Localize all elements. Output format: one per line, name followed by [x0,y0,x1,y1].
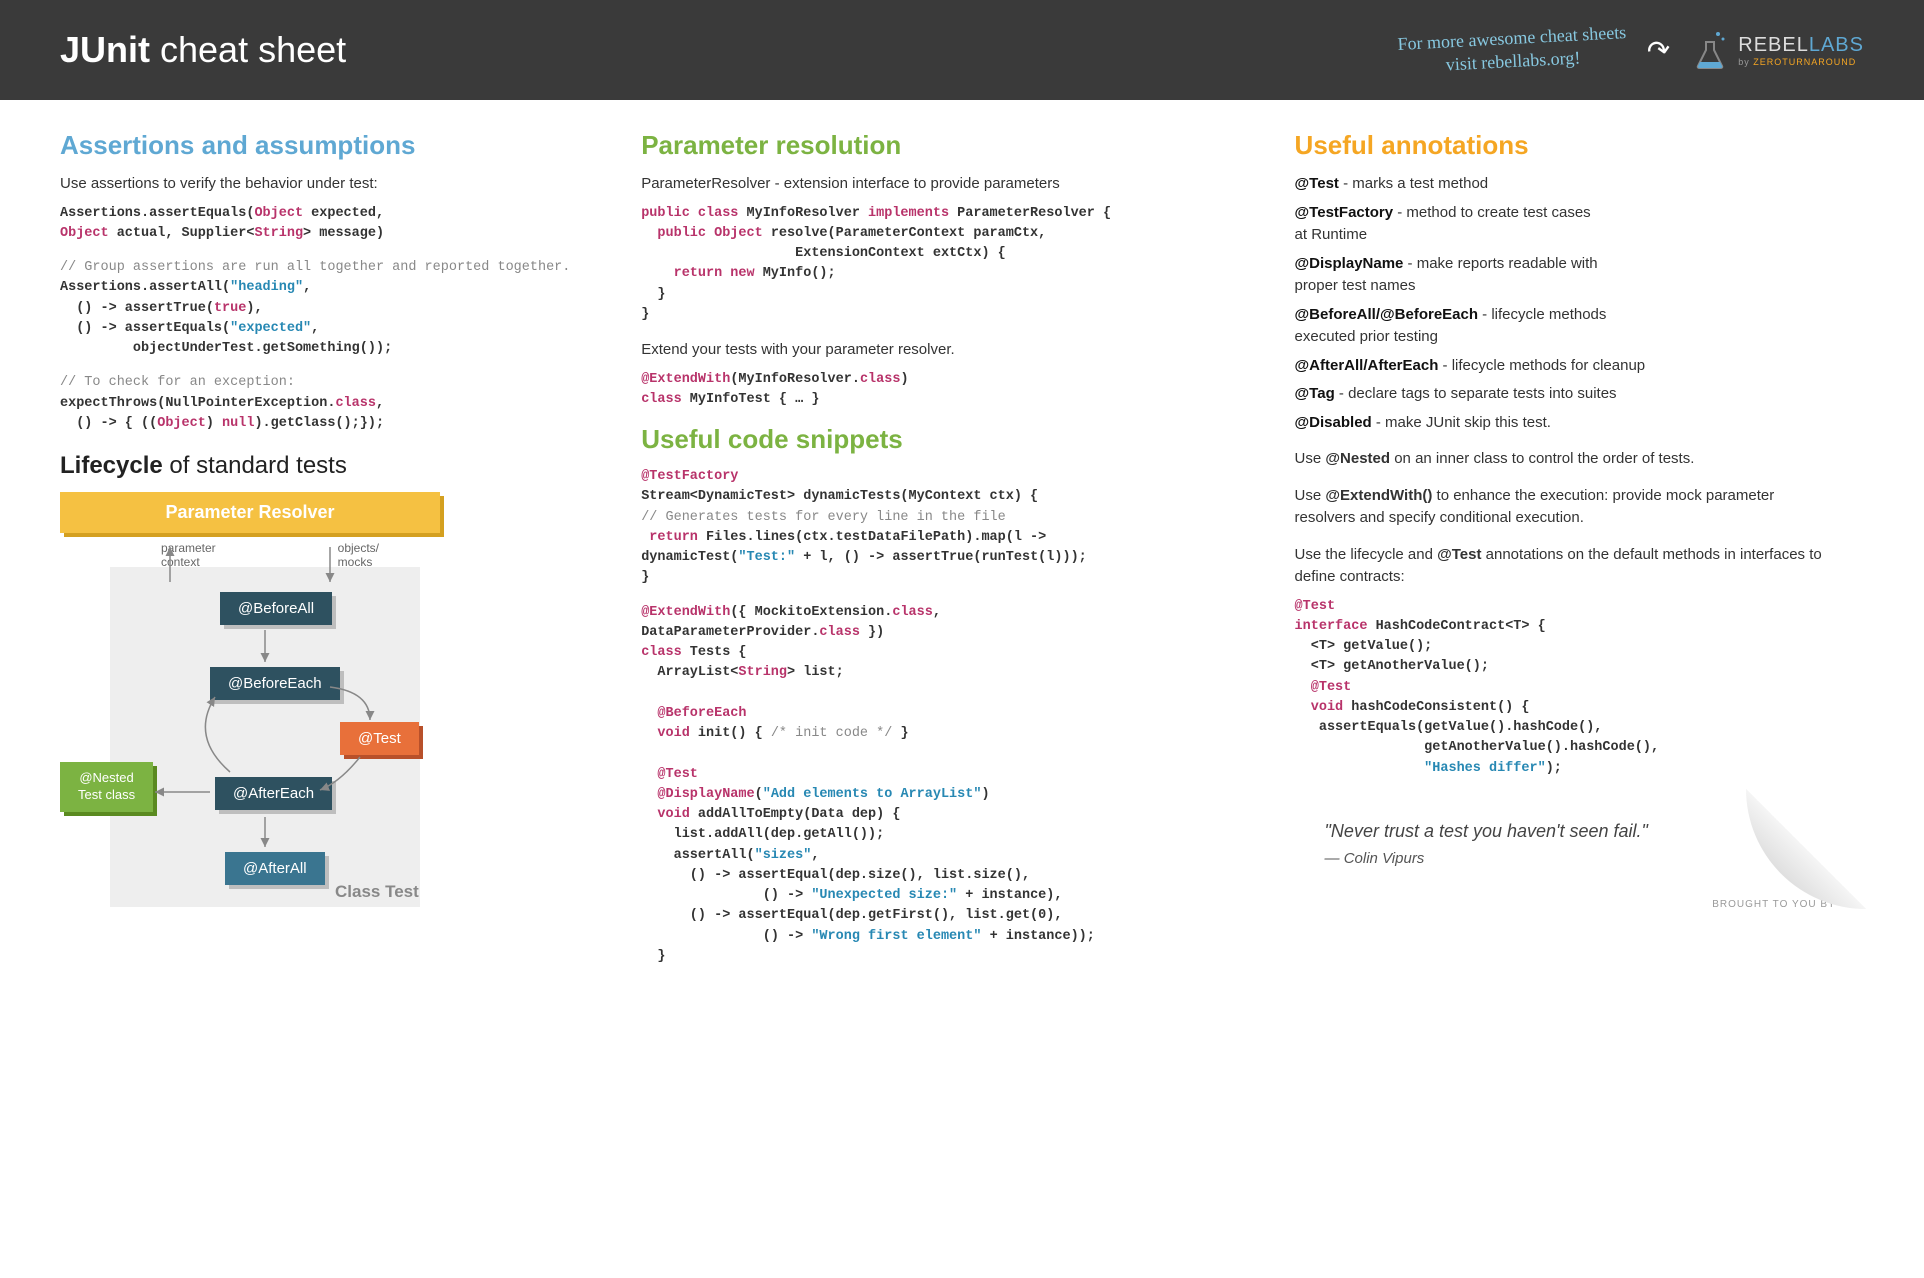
box-before-each: @BeforeEach [210,667,340,700]
content-area: Assertions and assumptions Use assertion… [0,100,1924,1011]
annotation-item: @TestFactory - method to create test cas… [1295,202,1836,247]
column-annotations: Useful annotations @Test - marks a test … [1295,130,1836,981]
code-test-factory: @TestFactory Stream<DynamicTest> dynamic… [641,467,1254,589]
label-param-context: parameter context [121,541,216,569]
annotation-item: @DisplayName - make reports readable wit… [1295,253,1836,298]
box-nested: @Nested Test class [60,762,153,812]
code-extend-with: @ExtendWith(MyInfoResolver.class) class … [641,370,1254,411]
column-assertions: Assertions and assumptions Use assertion… [60,130,601,981]
heading-param-resolution: Parameter resolution [641,130,1254,161]
lifecycle-diagram: Parameter Resolver parameter context obj… [60,492,440,912]
header-right: For more awesome cheat sheets visit rebe… [1398,27,1864,74]
heading-annotations: Useful annotations [1295,130,1836,161]
assertions-intro: Use assertions to verify the behavior un… [60,173,601,196]
box-after-all: @AfterAll [225,852,325,885]
brought-to-you: BROUGHT TO YOU BY [1295,899,1836,910]
code-resolver: public class MyInfoResolver implements P… [641,204,1254,326]
quote-text: "Never trust a test you haven't seen fai… [1325,821,1806,842]
logo-flask-icon [1690,30,1730,70]
code-tests-class: @ExtendWith({ MockitoExtension.class, Da… [641,603,1254,968]
annotation-item: @Test - marks a test method [1295,173,1836,196]
param-intro: ParameterResolver - extension interface … [641,173,1254,196]
header-bar: JUnit cheat sheet For more awesome cheat… [0,0,1924,100]
heading-assertions: Assertions and assumptions [60,130,601,161]
logo-subtitle: by ZEROTURNAROUND [1738,57,1864,67]
heading-snippets: Useful code snippets [641,424,1254,455]
diagram-labels: parameter context objects/ mocks [60,541,440,569]
quote-author: — Colin Vipurs [1325,850,1806,867]
box-before-all: @BeforeAll [220,592,332,625]
logo-text: REBELLABS [1738,34,1864,56]
annotation-item: @Disabled - make JUnit skip this test. [1295,412,1836,435]
annotation-item: @Tag - declare tags to separate tests in… [1295,383,1836,406]
extend-intro: Extend your tests with your parameter re… [641,339,1254,362]
code-contract: @Test interface HashCodeContract<T> { <T… [1295,597,1836,779]
rebellabs-logo: REBELLABS by ZEROTURNAROUND [1690,30,1864,70]
note-lifecycle: Use the lifecycle and @Test annotations … [1295,544,1836,589]
code-assert-all: // Group assertions are run all together… [60,258,601,359]
annotation-item: @AfterAll/AfterEach - lifecycle methods … [1295,355,1836,378]
annotation-list: @Test - marks a test method @TestFactory … [1295,173,1836,434]
annotation-item: @BeforeAll/@BeforeEach - lifecycle metho… [1295,304,1836,349]
heading-lifecycle: Lifecycle of standard tests [60,452,601,480]
note-nested: Use @Nested on an inner class to control… [1295,448,1836,471]
box-after-each: @AfterEach [215,777,332,810]
arrow-icon: ↷ [1644,32,1673,69]
diagram-caption: Class Test [335,882,419,902]
note-extendwith: Use @ExtendWith() to enhance the executi… [1295,485,1836,530]
box-test: @Test [340,722,419,755]
label-objects-mocks: objects/ mocks [338,541,379,569]
handwritten-note: For more awesome cheat sheets visit rebe… [1397,21,1628,80]
code-expect-throws: // To check for an exception: expectThro… [60,373,601,434]
quote-block: "Never trust a test you haven't seen fai… [1295,809,1836,879]
page-curl-icon [1746,789,1866,909]
diagram-resolver-bar: Parameter Resolver [60,492,440,533]
column-parameters: Parameter resolution ParameterResolver -… [641,130,1254,981]
page-title: JUnit cheat sheet [60,29,346,71]
code-assert-equals: Assertions.assertEquals(Object expected,… [60,204,601,245]
